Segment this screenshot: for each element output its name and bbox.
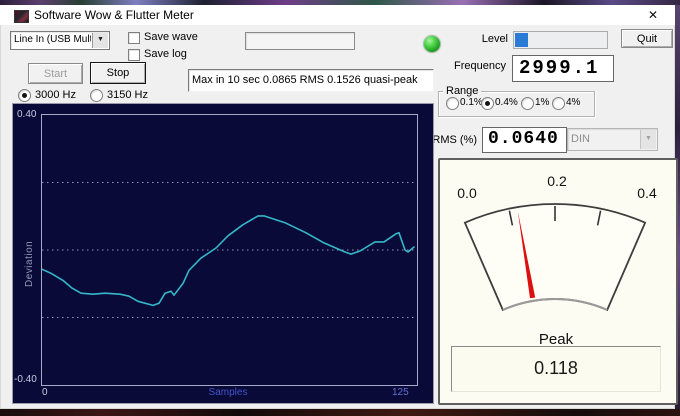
rms-display: 0.0640: [482, 127, 567, 153]
y-max-label: 0.40: [17, 109, 37, 120]
peak-value: 0.118: [534, 358, 578, 378]
range-group-legend: Range: [443, 85, 482, 97]
radio-3000hz[interactable]: [18, 89, 31, 102]
gauge-scale-max: 0.4: [637, 185, 657, 201]
save-wave-checkbox[interactable]: [128, 32, 140, 44]
x-axis-title: Samples: [208, 387, 248, 398]
app-icon: [14, 10, 29, 23]
deviation-chart-panel: 0.40 -0.40 Deviation 0 Samples 125: [12, 103, 434, 404]
title-bar[interactable]: Software Wow & Flutter Meter ✕: [0, 5, 675, 25]
peak-value-box: 0.118: [451, 346, 661, 392]
save-log-label: Save log: [144, 48, 187, 60]
radio-3150hz-label: 3150 Hz: [107, 89, 148, 101]
input-device-value: Line In (USB Multi-Char: [14, 34, 91, 45]
frequency-display: 2999.1: [512, 55, 614, 82]
range-radio-1-label: 1%: [535, 97, 550, 108]
peak-meter-panel: 0.0 0.2 0.4 Peak 0.118: [438, 158, 678, 405]
range-radio-0_1[interactable]: [446, 97, 459, 110]
quit-button[interactable]: Quit: [621, 29, 673, 48]
file-path-input[interactable]: [245, 32, 355, 50]
start-button[interactable]: Start: [28, 63, 83, 84]
input-device-select[interactable]: Line In (USB Multi-Char ▼: [10, 31, 110, 50]
range-radio-0_4-label: 0.4%: [495, 97, 518, 108]
y-axis-title: Deviation: [24, 240, 35, 287]
plot-area: [41, 114, 418, 386]
stop-button[interactable]: Stop: [90, 62, 146, 84]
rms-label: RMS (%): [432, 134, 477, 146]
gauge-scale-mid: 0.2: [547, 173, 567, 189]
status-display: Max in 10 sec 0.0865 RMS 0.1526 quasi-pe…: [188, 69, 434, 92]
weighting-select[interactable]: DIN ▼: [567, 128, 658, 151]
weighting-value: DIN: [571, 133, 590, 145]
frequency-label: Frequency: [454, 60, 506, 72]
range-radio-4-label: 4%: [566, 97, 581, 108]
chevron-down-icon: ▼: [640, 130, 656, 149]
desktop-bottom-strip: [0, 409, 680, 416]
window-title: Software Wow & Flutter Meter: [34, 8, 194, 22]
led-indicator: [424, 36, 440, 52]
x-max-label: 125: [392, 387, 409, 398]
level-progress-fill: [515, 33, 529, 47]
range-radio-0_1-label: 0.1%: [460, 97, 483, 108]
save-log-checkbox[interactable]: [128, 49, 140, 61]
radio-3000hz-label: 3000 Hz: [35, 89, 76, 101]
chevron-down-icon[interactable]: ▼: [92, 33, 108, 48]
y-min-label: -0.40: [14, 374, 37, 385]
range-radio-4[interactable]: [552, 97, 565, 110]
x-min-label: 0: [42, 387, 48, 398]
radio-3150hz[interactable]: [90, 89, 103, 102]
level-label: Level: [481, 33, 508, 45]
range-radio-1[interactable]: [521, 97, 534, 110]
deviation-waveform: [41, 182, 417, 318]
gauge-scale-min: 0.0: [457, 185, 477, 201]
app-window: Software Wow & Flutter Meter ✕ Line In (…: [0, 5, 678, 409]
level-progress: [513, 31, 608, 49]
range-radio-0_4[interactable]: [481, 97, 494, 110]
close-button[interactable]: ✕: [639, 5, 667, 25]
close-icon: ✕: [647, 8, 659, 22]
save-wave-label: Save wave: [144, 31, 198, 43]
